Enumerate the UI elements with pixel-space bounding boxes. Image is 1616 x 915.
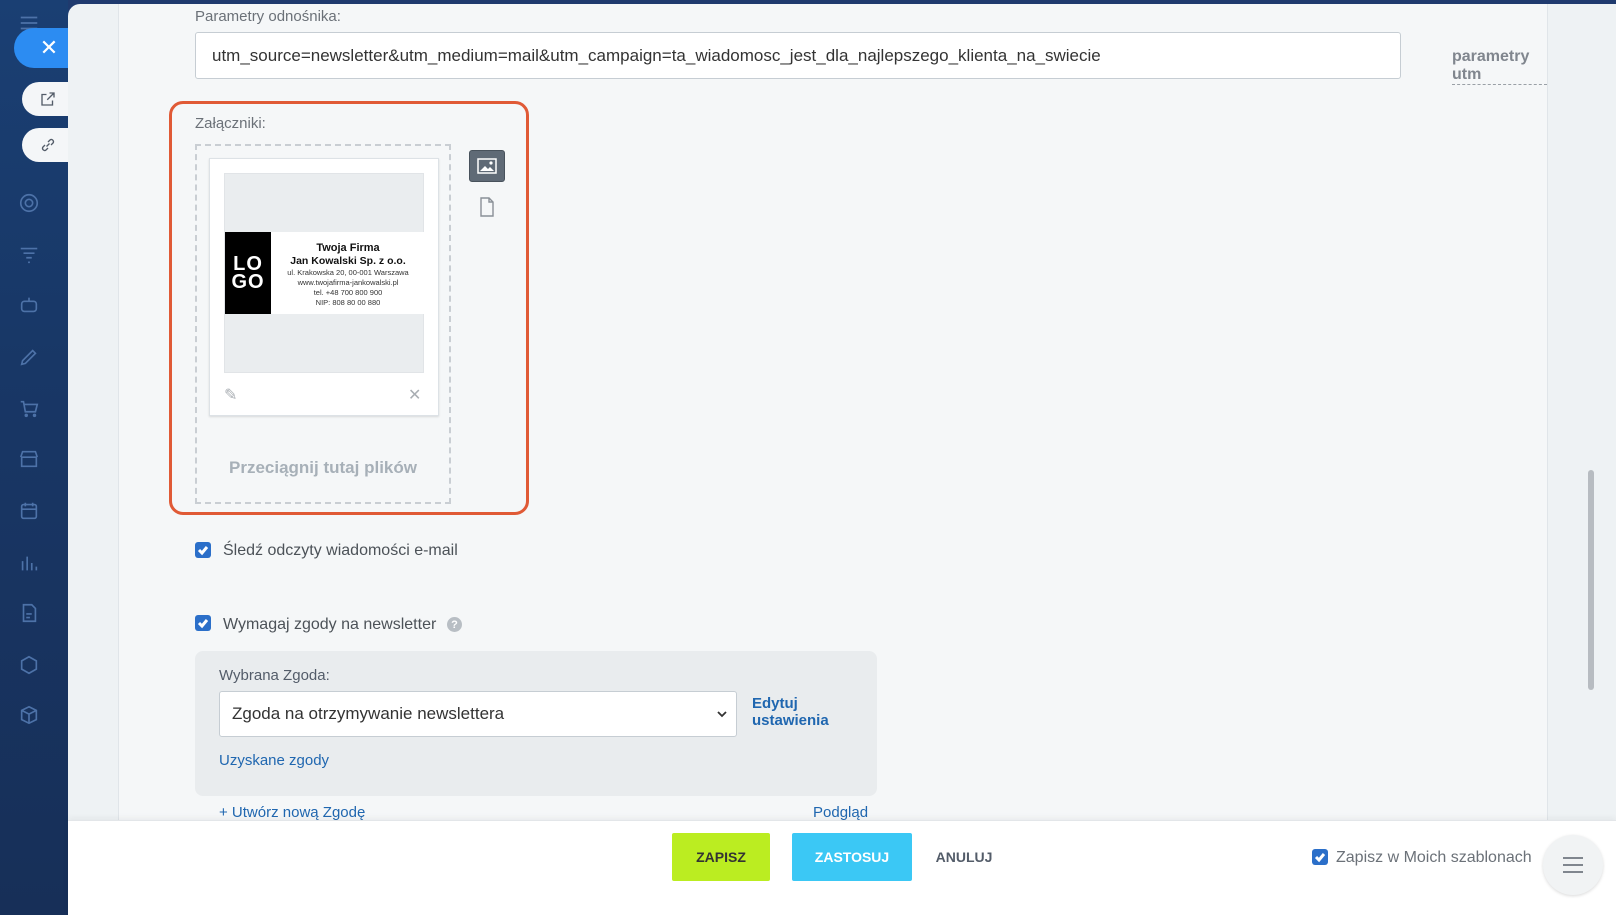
consent-select[interactable]: Zgoda na otrzymywanie newslettera [219, 691, 737, 737]
image-icon [477, 158, 497, 174]
robot-icon[interactable] [16, 292, 42, 318]
open-new-window-button[interactable] [22, 82, 70, 116]
track-opens-label: Śledź odczyty wiadomości e-mail [223, 542, 458, 559]
attachment-image-preview: LO GO Twoja Firma Jan Kowalski Sp. z o.o… [224, 173, 425, 373]
attachment-thumbnail[interactable]: LO GO Twoja Firma Jan Kowalski Sp. z o.o… [209, 158, 439, 416]
chart-icon[interactable] [16, 550, 42, 576]
hexagon-icon[interactable] [16, 652, 42, 678]
footer-bar: ZAPISZ ZASTOSUJ ANULUJ Zapisz w Moich sz… [68, 820, 1616, 915]
checkmark-icon [197, 619, 209, 629]
settings-card: Parametry odnośnika: utm_source=newslett… [118, 4, 1548, 915]
require-consent-label: Wymagaj zgody na newsletter [223, 616, 437, 633]
link-icon [41, 138, 55, 152]
save-template-checkbox[interactable] [1312, 849, 1328, 865]
require-consent-checkbox[interactable] [195, 615, 211, 631]
link-params-label: Parametry odnośnika: [195, 8, 341, 25]
list-icon [1563, 857, 1583, 873]
drop-files-text: Przeciągnij tutaj plików [229, 458, 417, 477]
scrollbar-track[interactable] [1588, 4, 1616, 820]
apply-button[interactable]: ZASTOSUJ [792, 833, 912, 881]
save-button[interactable]: ZAPISZ [672, 833, 770, 881]
mail-settings-panel: Parametry odnośnika: utm_source=newslett… [68, 4, 1588, 915]
track-opens-checkbox[interactable] [195, 542, 211, 558]
edit-pencil-icon[interactable]: ✎ [224, 385, 237, 405]
consent-settings-box: Wybrana Zgoda: Zgoda na otrzymywanie new… [195, 651, 877, 796]
chevron-down-icon [717, 711, 727, 718]
document-edit-icon[interactable] [16, 600, 42, 626]
close-icon: ✕ [39, 35, 59, 60]
obtained-consents-link[interactable]: Uzyskane zgody [219, 752, 329, 769]
scrollbar-thumb[interactable] [1588, 470, 1594, 690]
external-link-icon [41, 92, 55, 106]
box-icon[interactable] [16, 702, 42, 728]
save-template-label: Zapisz w Moich szablonach [1336, 849, 1532, 866]
insert-image-button[interactable] [469, 150, 505, 182]
signature-text: Twoja Firma Jan Kowalski Sp. z o.o. ul. … [287, 242, 409, 307]
checkmark-icon [197, 546, 209, 556]
help-icon[interactable]: ? [447, 617, 462, 632]
create-consent-link[interactable]: + Utwórz nową Zgodę [219, 804, 365, 821]
list-menu-button[interactable] [1543, 835, 1603, 895]
attachments-dropzone[interactable]: LO GO Twoja Firma Jan Kowalski Sp. z o.o… [195, 144, 451, 504]
store-icon[interactable] [16, 446, 42, 472]
logo: LO GO [225, 232, 271, 314]
edit-settings-link[interactable]: Edytuj ustawienia [752, 695, 829, 729]
calendar-icon[interactable] [16, 498, 42, 524]
utm-params-input[interactable]: utm_source=newsletter&utm_medium=mail&ut… [195, 32, 1401, 79]
file-icon [480, 197, 494, 217]
target-icon[interactable] [16, 190, 42, 216]
attachments-label: Załączniki: [195, 115, 266, 132]
insert-file-button[interactable] [477, 196, 497, 218]
pen-icon[interactable] [16, 344, 42, 370]
close-button[interactable]: ✕ [14, 28, 70, 68]
selected-consent-label: Wybrana Zgoda: [219, 667, 330, 684]
utm-params-link[interactable]: parametry utm [1452, 48, 1547, 85]
signature-image: LO GO Twoja Firma Jan Kowalski Sp. z o.o… [225, 232, 425, 314]
preview-link[interactable]: Podgląd [813, 804, 868, 821]
funnel-icon[interactable] [16, 242, 42, 268]
copy-link-button[interactable] [22, 128, 70, 162]
checkmark-icon [1314, 853, 1326, 863]
cancel-button[interactable]: ANULUJ [932, 833, 996, 881]
cart-icon[interactable] [16, 396, 42, 422]
remove-attachment-icon[interactable]: ✕ [408, 385, 421, 405]
